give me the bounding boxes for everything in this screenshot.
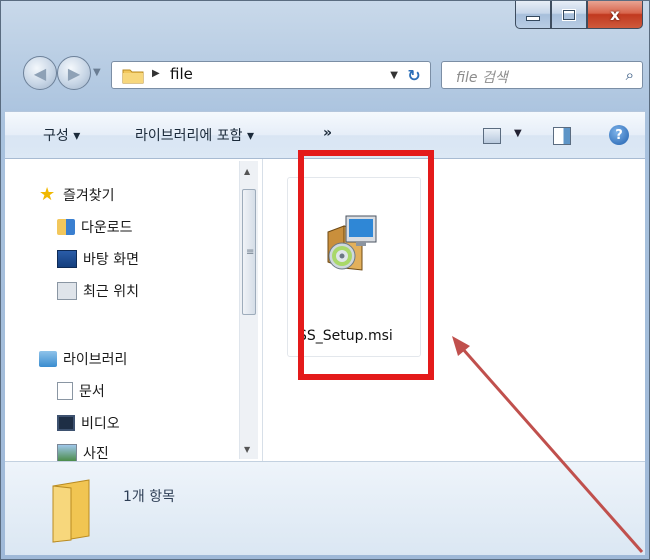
annotation-arrow: [452, 336, 644, 553]
